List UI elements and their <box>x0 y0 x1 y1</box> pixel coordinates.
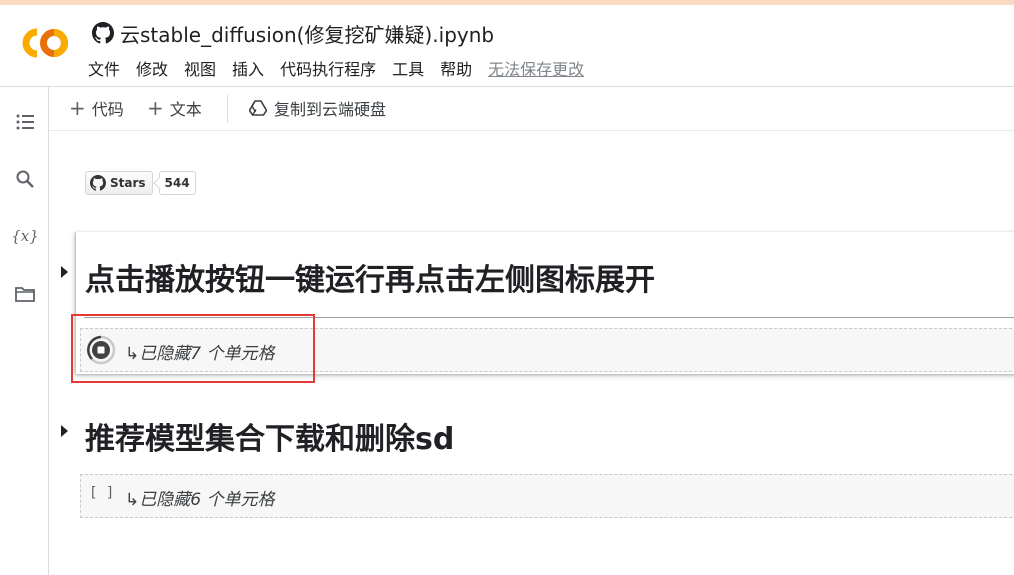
collapse-caret-icon[interactable] <box>61 425 68 437</box>
plus-icon: + <box>147 96 164 120</box>
copy-to-drive-label: 复制到云端硬盘 <box>274 100 387 119</box>
menu-view[interactable]: 视图 <box>184 56 216 80</box>
github-icon[interactable] <box>92 22 114 44</box>
drive-icon <box>249 100 267 116</box>
menu-file[interactable]: 文件 <box>88 56 120 80</box>
highlight-annotation-box <box>71 314 315 383</box>
hidden-cells-row[interactable]: [ ] ↳已隐藏6 个单元格 <box>80 474 1014 518</box>
toc-icon[interactable] <box>12 109 38 135</box>
add-code-button[interactable]: + 代码 <box>69 97 124 119</box>
menu-help[interactable]: 帮助 <box>440 56 472 80</box>
add-text-button[interactable]: + 文本 <box>147 97 202 119</box>
collapse-caret-icon[interactable] <box>61 266 68 278</box>
section-heading: 推荐模型集合下载和删除sd <box>85 422 455 457</box>
github-icon <box>90 175 106 191</box>
notebook-title[interactable]: 云stable_diffusion(修复挖矿嫌疑).ipynb <box>120 19 494 48</box>
menu-tools[interactable]: 工具 <box>392 56 424 80</box>
github-stars-badge[interactable]: Stars 544 <box>85 171 196 195</box>
left-rail: {x} <box>0 87 49 575</box>
menu-bar: 文件 修改 视图 插入 代码执行程序 工具 帮助 无法保存更改 <box>88 56 584 80</box>
copy-to-drive-button[interactable]: 复制到云端硬盘 <box>249 97 386 119</box>
toolbar-separator <box>227 95 228 123</box>
cell-run-brackets[interactable]: [ ] <box>89 485 114 501</box>
variables-icon[interactable]: {x} <box>11 223 39 249</box>
hidden-cells-count: 已隐藏6 个单元格 <box>139 490 275 510</box>
folder-icon[interactable] <box>12 281 38 307</box>
menu-edit[interactable]: 修改 <box>136 56 168 80</box>
add-code-label: 代码 <box>91 100 124 119</box>
variables-glyph: {x} <box>11 227 39 245</box>
menu-runtime[interactable]: 代码执行程序 <box>280 56 376 80</box>
hidden-cells-label: ↳已隐藏6 个单元格 <box>125 485 274 510</box>
plus-icon: + <box>69 96 86 120</box>
stars-label-box: Stars <box>85 171 153 195</box>
stars-count: 544 <box>158 171 196 195</box>
notebook-title-row: 云stable_diffusion(修复挖矿嫌疑).ipynb <box>92 18 494 48</box>
notebook-toolbar: + 代码 + 文本 复制到云端硬盘 <box>49 87 1014 131</box>
unsaved-changes-link[interactable]: 无法保存更改 <box>488 56 584 80</box>
stars-label: Stars <box>110 176 146 190</box>
stars-count-value: 544 <box>164 176 190 190</box>
search-icon[interactable] <box>12 166 38 192</box>
section-heading: 点击播放按钮一键运行再点击左侧图标展开 <box>85 263 655 298</box>
colab-logo[interactable] <box>18 26 70 60</box>
hidden-arrow-icon: ↳ <box>125 490 140 510</box>
menu-insert[interactable]: 插入 <box>232 56 264 80</box>
top-accent-stripe <box>0 0 1014 5</box>
add-text-label: 文本 <box>169 100 202 119</box>
